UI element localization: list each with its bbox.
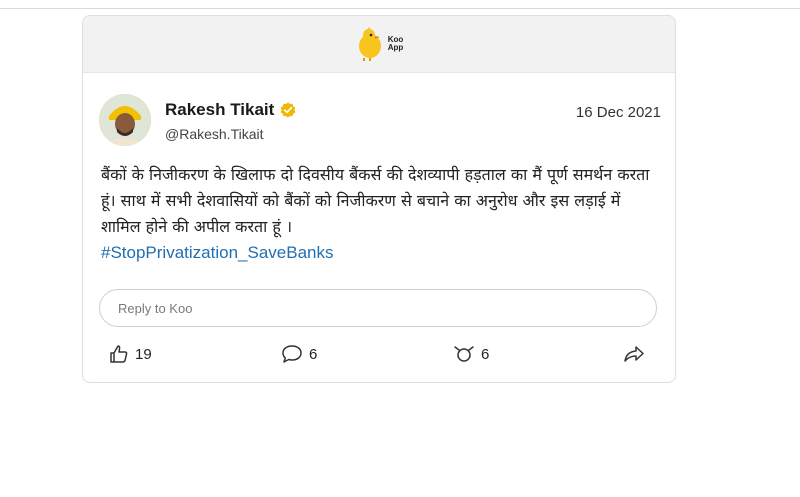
reply-input[interactable] [116, 299, 656, 317]
koo-bird-icon [358, 27, 381, 61]
like-button[interactable]: 19 [109, 344, 152, 364]
reply-box[interactable] [99, 289, 657, 327]
post-actions: 19 6 6 [109, 344, 649, 370]
page-top-divider [0, 8, 800, 9]
author-avatar-image [99, 94, 151, 146]
koo-app-logo[interactable]: Koo App [355, 27, 404, 61]
author-handle[interactable]: @Rakesh.Tikait [165, 126, 264, 142]
verified-badge-icon [280, 102, 296, 118]
logo-line-2: App [387, 43, 404, 52]
author-name-text: Rakesh Tikait [165, 100, 275, 119]
comment-count: 6 [309, 345, 318, 363]
comment-bubble-icon [282, 345, 302, 363]
comment-button[interactable]: 6 [281, 344, 317, 364]
rekoo-button[interactable]: 6 [453, 344, 489, 364]
author-name[interactable]: Rakesh Tikait [165, 100, 296, 120]
koo-wordmark: Koo App [388, 36, 404, 52]
post-body: बैंकों के निजीकरण के खिलाफ दो दिवसीय बैं… [101, 162, 661, 266]
rekoo-icon [454, 346, 474, 362]
koo-post-card: Koo App Rakesh Tikait @Rakesh.Tikait 16 … [82, 15, 676, 383]
share-button[interactable] [623, 344, 645, 364]
post-hashtag[interactable]: #StopPrivatization_SaveBanks [101, 240, 661, 266]
share-arrow-icon [624, 346, 644, 362]
avatar[interactable] [99, 94, 151, 146]
post-text: बैंकों के निजीकरण के खिलाफ दो दिवसीय बैं… [101, 165, 650, 236]
card-header: Koo App [83, 16, 675, 73]
post-date: 16 Dec 2021 [575, 104, 661, 121]
like-count: 19 [135, 345, 152, 363]
rekoo-count: 6 [481, 345, 490, 363]
post-author-row: Rakesh Tikait @Rakesh.Tikait 16 Dec 2021 [99, 94, 661, 150]
thumbs-up-icon [110, 345, 128, 363]
